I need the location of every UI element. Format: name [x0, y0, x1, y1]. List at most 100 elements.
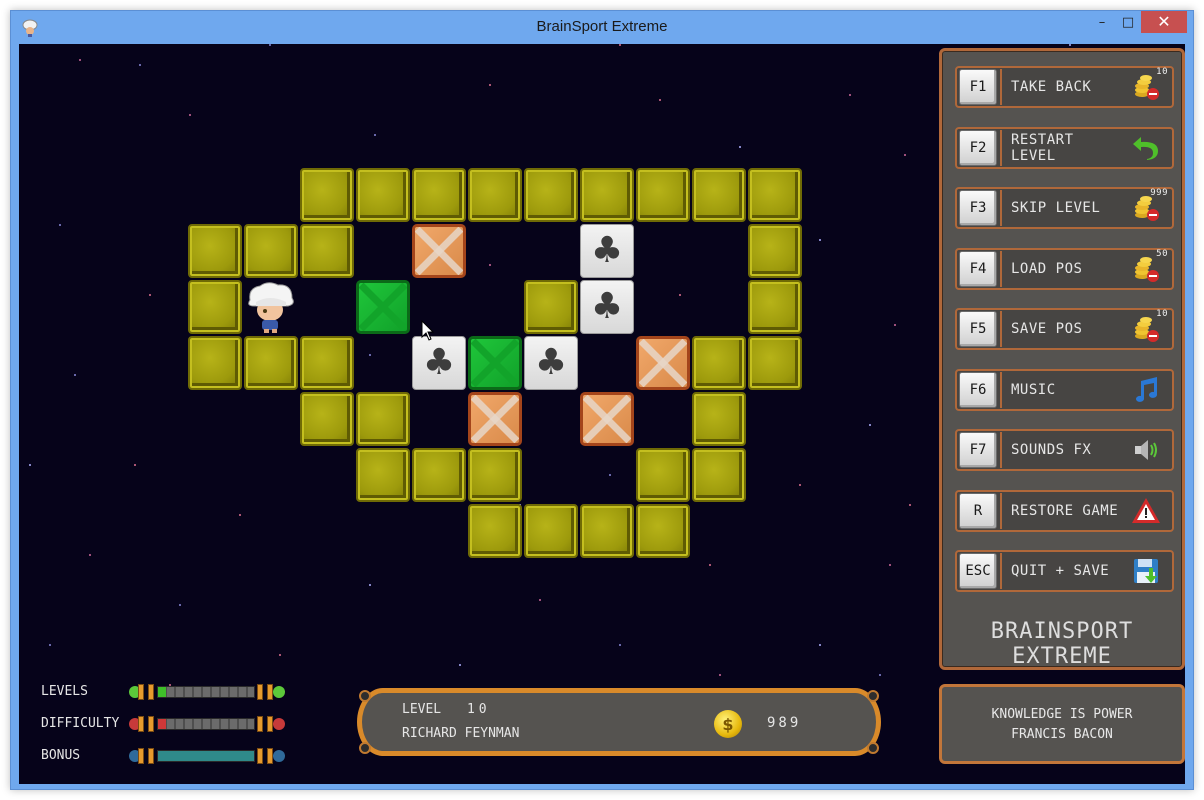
quote-panel: KNOWLEDGE IS POWER FRANCIS BACON	[939, 684, 1185, 764]
clover-icon: ♣	[422, 342, 456, 383]
meter-fill	[158, 687, 166, 697]
cost-badge: 10	[1156, 309, 1168, 319]
level-info-panel: LEVEL 10 RICHARD FEYNMAN $ 989	[357, 688, 881, 756]
target-tile: ♣	[580, 280, 634, 334]
key-cap[interactable]: R	[959, 492, 997, 529]
take-back-button[interactable]: F1 TAKE BACK 10	[955, 66, 1174, 108]
star	[139, 64, 141, 66]
crate-box	[468, 392, 522, 446]
crate-on-target	[356, 280, 410, 334]
maximize-button[interactable]: □	[1115, 11, 1141, 33]
wall-block	[636, 168, 690, 222]
star	[189, 114, 191, 116]
skip-level-button[interactable]: F3 SKIP LEVEL 999	[955, 187, 1174, 229]
action-label: SOUNDS FX	[1000, 432, 1170, 468]
app-window: BrainSport Extreme – □ ✕ ♣ ♣ ♣ ♣ LEVELS DIFF…	[10, 10, 1194, 790]
level-label: LEVEL	[402, 702, 442, 717]
star	[134, 464, 136, 466]
key-cap[interactable]: F4	[959, 250, 997, 287]
title-bar[interactable]: BrainSport Extreme – □ ✕	[11, 11, 1193, 44]
action-label-text: RESTORE GAME	[1011, 502, 1119, 519]
meter-cap	[273, 686, 285, 698]
bolt-icon	[359, 690, 371, 702]
action-label: QUIT + SAVE	[1000, 553, 1170, 589]
wall-block	[188, 224, 242, 278]
coins-minus-icon: 10	[1126, 67, 1168, 105]
coin-icon: $	[714, 710, 742, 738]
game-area: ♣ ♣ ♣ ♣ LEVELS DIFFICULTY BONUS LEVEL 10 RICH…	[19, 44, 1185, 784]
wall-block	[636, 448, 690, 502]
action-label: RESTORE GAME	[1000, 492, 1170, 529]
key-cap[interactable]: F5	[959, 311, 997, 347]
quit-save-button[interactable]: ESC QUIT + SAVE	[955, 550, 1174, 592]
wall-block	[748, 224, 802, 278]
sounds-fx-button[interactable]: F7 SOUNDS FX	[955, 429, 1174, 471]
meter-levels	[129, 684, 285, 700]
target-tile: ♣	[412, 336, 466, 390]
action-label-text: QUIT + SAVE	[1011, 563, 1110, 579]
wall-block	[244, 224, 298, 278]
wall-block	[524, 280, 578, 334]
wall-block	[188, 280, 242, 334]
player-character	[244, 280, 298, 334]
star	[679, 294, 681, 296]
key-cap[interactable]: ESC	[959, 553, 997, 589]
meter-bonus	[129, 748, 285, 764]
speaker-icon	[1126, 432, 1166, 468]
coins-minus-icon: 10	[1126, 309, 1168, 347]
key-cap[interactable]: F1	[959, 69, 997, 105]
level-indicator: LEVEL 10	[402, 702, 491, 717]
music-button[interactable]: F6 MUSIC	[955, 368, 1174, 411]
restart-level-button[interactable]: F2 RESTART LEVEL	[955, 126, 1174, 169]
action-label-text: LOAD POS	[1011, 260, 1083, 277]
quote-text: KNOWLEDGE IS POWER	[991, 706, 1133, 722]
quote-author: FRANCIS BACON	[1011, 726, 1113, 742]
restore-game-button[interactable]: R RESTORE GAME	[955, 489, 1174, 532]
cost-badge: 999	[1150, 188, 1168, 198]
star	[889, 564, 891, 566]
star	[709, 564, 711, 566]
star	[369, 584, 371, 586]
window-title: BrainSport Extreme	[536, 18, 668, 35]
key-cap[interactable]: F2	[959, 129, 997, 166]
meter-ring	[138, 716, 144, 732]
meter-ring	[257, 716, 263, 732]
star	[369, 354, 371, 356]
load-pos-button[interactable]: F4 LOAD POS 50	[955, 247, 1174, 290]
minimize-button[interactable]: –	[1089, 11, 1115, 33]
undo-arrow-icon	[1126, 130, 1166, 166]
crate-on-target	[468, 336, 522, 390]
star	[239, 514, 241, 516]
wall-block	[300, 336, 354, 390]
star	[489, 264, 491, 266]
star	[799, 484, 801, 486]
bolt-icon	[867, 742, 879, 754]
wall-block	[636, 504, 690, 558]
star	[849, 94, 851, 96]
player-icon	[248, 282, 294, 333]
meter-fill	[158, 719, 166, 729]
wall-block	[524, 168, 578, 222]
key-cap[interactable]: F6	[959, 371, 997, 408]
save-pos-button[interactable]: F5 SAVE POS 10	[955, 308, 1174, 350]
star	[459, 664, 461, 666]
star	[374, 134, 376, 136]
clover-icon: ♣	[590, 286, 624, 327]
key-cap[interactable]: F3	[959, 190, 997, 226]
meter-ring	[148, 684, 154, 700]
wall-block	[468, 448, 522, 502]
star	[59, 224, 61, 226]
meter-tube	[157, 750, 255, 762]
action-label: LOAD POS 50	[1000, 249, 1170, 287]
action-label: SAVE POS 10	[1000, 309, 1170, 347]
wall-block	[412, 448, 466, 502]
star	[894, 324, 896, 326]
wall-block	[356, 392, 410, 446]
star	[879, 674, 881, 676]
wall-block	[468, 504, 522, 558]
wall-block	[524, 504, 578, 558]
star	[609, 474, 611, 476]
close-button[interactable]: ✕	[1141, 11, 1187, 33]
star	[79, 59, 81, 61]
key-cap[interactable]: F7	[959, 432, 997, 468]
